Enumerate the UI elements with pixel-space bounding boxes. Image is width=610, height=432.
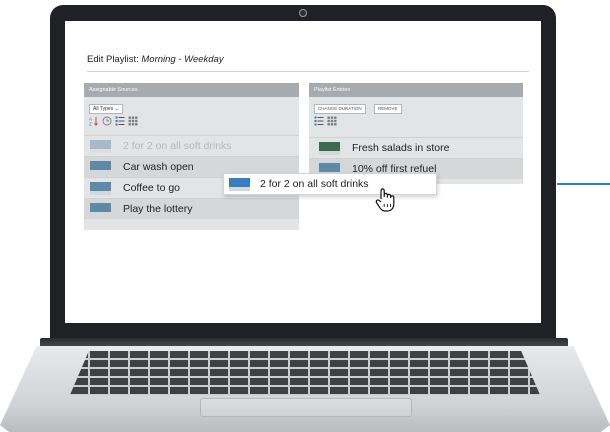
list-item-label: Play the lottery [123,203,193,215]
source-thumbnail [90,202,111,216]
laptop-screen: Edit Playlist: Morning - Weekday Assigna… [65,21,541,323]
list-item-label: 2 for 2 on all soft drinks [123,140,232,152]
chevron-down-icon: ⌄ [114,106,119,112]
sort-az-icon[interactable]: A Z [89,116,99,126]
playlist-name: Morning - Weekday [141,54,224,65]
source-thumbnail [90,181,111,195]
trackpad [200,398,412,417]
title-divider [87,71,529,72]
list-view-icon[interactable] [115,116,125,126]
svg-text:Z: Z [89,122,92,127]
grid-view-icon[interactable] [128,116,138,126]
callout-line [557,183,610,185]
list-item-label: Fresh salads in store [352,142,450,154]
hand-pointer-icon [374,187,396,213]
clock-icon[interactable] [102,116,112,126]
keyboard [70,351,540,395]
list-item-label: Coffee to go [123,182,181,194]
list-item-label: Car wash open [123,161,194,173]
type-filter-value: All Types [93,106,114,112]
drag-thumbnail [229,177,250,191]
entry-thumbnail [319,141,340,155]
grid-view-icon[interactable] [327,116,337,126]
playlist-toolbar [314,116,337,126]
webcam [299,9,307,17]
drag-preview[interactable]: 2 for 2 on all soft drinks [223,173,437,195]
source-toolbar: A Z [89,116,138,126]
change-duration-button[interactable]: CHANGE DURATION [314,104,366,114]
list-view-icon[interactable] [314,116,324,126]
page-title-prefix: Edit Playlist: [87,54,139,65]
source-thumbnail [90,160,111,174]
list-item[interactable]: Play the lottery [84,198,299,219]
playlist-entries-panel: Playlist Entries CHANGE DURATION REMOVE [309,83,523,184]
drag-preview-label: 2 for 2 on all soft drinks [260,178,369,190]
type-filter-select[interactable]: All Types ⌄ [89,104,123,114]
assignable-sources-panel: Assignable Sources All Types ⌄ A Z 2 for… [84,83,299,230]
page-title: Edit Playlist: Morning - Weekday [87,54,224,65]
list-item[interactable]: Fresh salads in store [309,137,523,158]
assignable-sources-header: Assignable Sources [84,83,299,97]
remove-button[interactable]: REMOVE [374,104,402,114]
source-thumbnail [90,139,111,153]
playlist-entries-header: Playlist Entries [309,83,523,97]
list-item[interactable]: 2 for 2 on all soft drinks [84,135,299,156]
